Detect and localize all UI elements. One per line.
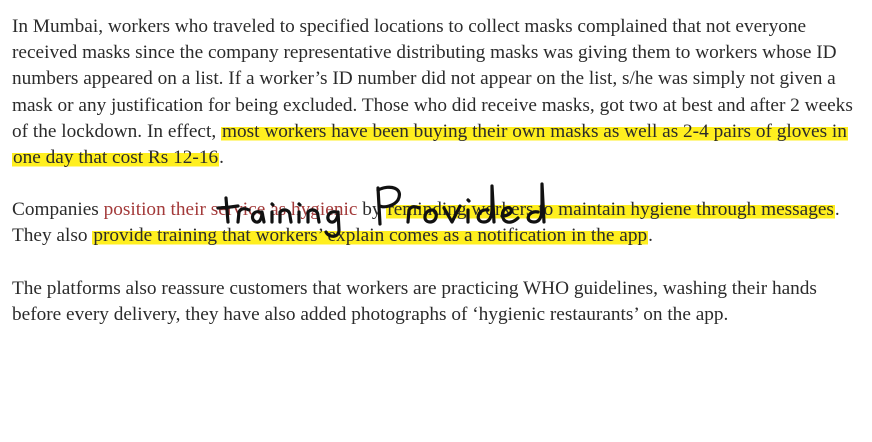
paragraph-who-guidelines: The platforms also reassure customers th…	[12, 276, 860, 328]
article-body: In Mumbai, workers who traveled to speci…	[12, 14, 860, 354]
paragraph-hygiene-positioning: Companies position their service as hygi…	[12, 197, 860, 249]
para2-end: .	[648, 225, 653, 247]
highlight-provide-training: provide training that workers’ explain c…	[92, 225, 649, 247]
highlight-reminding-workers: reminding workers to maintain hygiene th…	[386, 199, 835, 221]
para1-end: .	[219, 147, 224, 169]
para2-mid1: by	[357, 199, 387, 221]
para3-text: The platforms also reassure customers th…	[12, 277, 817, 325]
paragraph-mumbai-masks: In Mumbai, workers who traveled to speci…	[12, 14, 860, 171]
link-position-hygienic[interactable]: position their service as hygienic	[104, 199, 358, 220]
para2-start: Companies	[12, 199, 104, 221]
